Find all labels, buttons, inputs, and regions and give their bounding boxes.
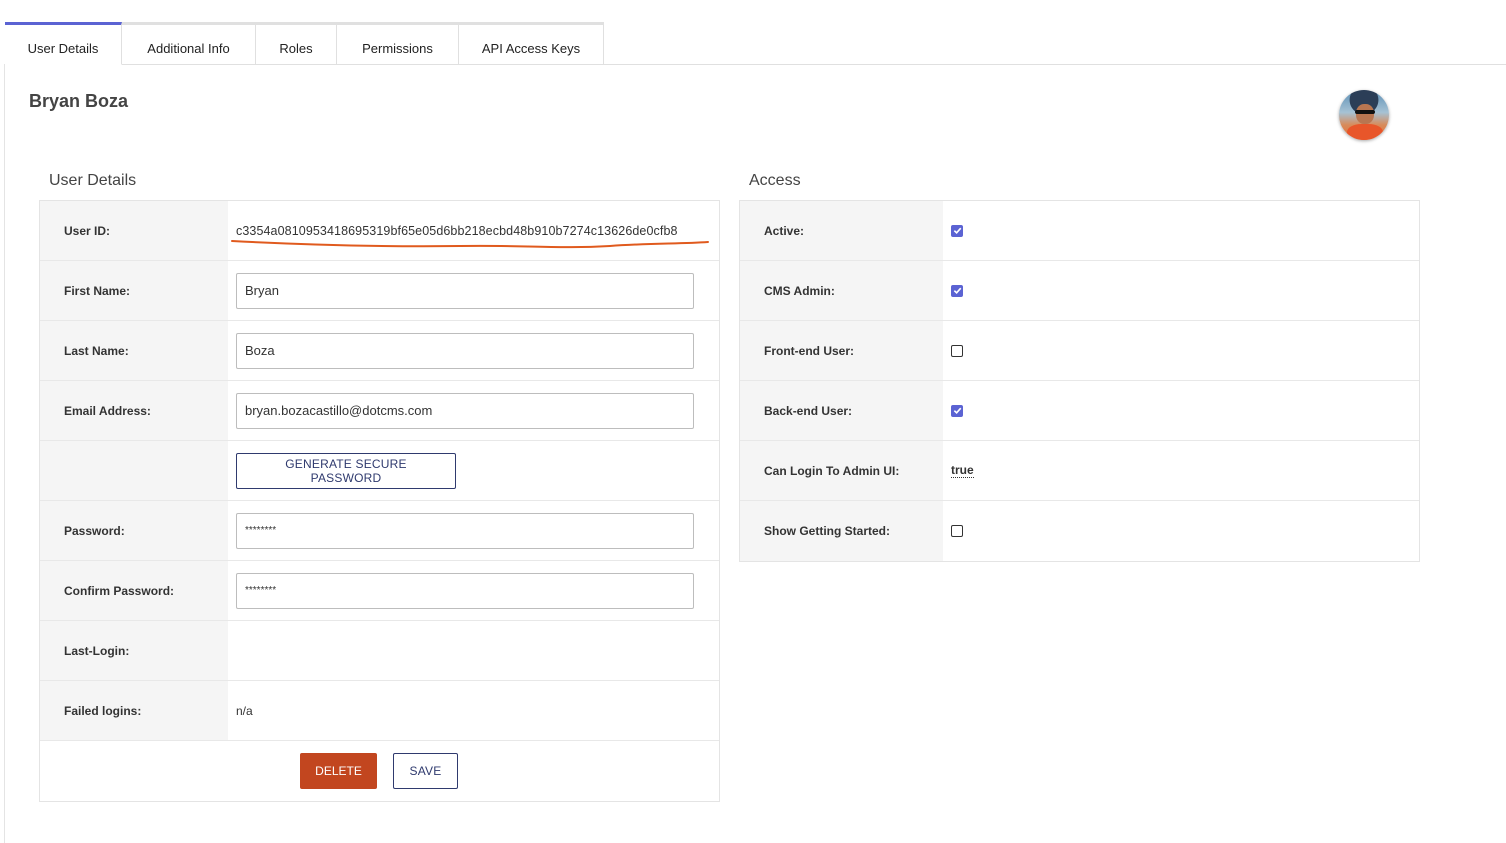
last-name-label: Last Name: (40, 321, 228, 380)
can-login-label: Can Login To Admin UI: (740, 441, 943, 500)
active-label: Active: (740, 201, 943, 260)
failed-logins-label: Failed logins: (40, 681, 228, 740)
getting-started-row: Show Getting Started: (740, 501, 1419, 561)
tab-bar: User Details Additional Info Roles Permi… (5, 22, 604, 65)
last-name-row: Last Name: (40, 321, 719, 381)
frontend-user-label: Front-end User: (740, 321, 943, 380)
first-name-row: First Name: (40, 261, 719, 321)
avatar-sunglasses (1355, 110, 1375, 114)
generate-password-row: GENERATE SECURE PASSWORD (40, 441, 719, 501)
active-checkbox[interactable] (951, 224, 963, 237)
user-id-row: User ID: c3354a0810953418695319bf65e05d6… (40, 201, 719, 261)
cms-admin-checkbox[interactable] (951, 284, 963, 297)
can-login-value: true (951, 463, 974, 478)
first-name-label: First Name: (40, 261, 228, 320)
generate-secure-password-button[interactable]: GENERATE SECURE PASSWORD (236, 452, 456, 489)
confirm-password-label: Confirm Password: (40, 561, 228, 620)
generate-password-label-cell (40, 441, 228, 500)
tab-bar-divider (5, 64, 1506, 65)
user-details-panel: User ID: c3354a0810953418695319bf65e05d6… (39, 200, 720, 802)
confirm-password-row: Confirm Password: (40, 561, 719, 621)
user-id-label: User ID: (40, 201, 228, 260)
getting-started-label: Show Getting Started: (740, 501, 943, 561)
failed-logins-row: Failed logins: n/a (40, 681, 719, 741)
avatar[interactable] (1339, 90, 1389, 140)
save-button[interactable]: SAVE (393, 753, 458, 789)
page-left-border (4, 64, 5, 843)
email-row: Email Address: (40, 381, 719, 441)
user-id-value: c3354a0810953418695319bf65e05d6bb218ecbd… (236, 223, 678, 238)
form-actions: DELETE SAVE (40, 741, 719, 801)
delete-button[interactable]: DELETE (300, 753, 377, 789)
access-panel: Active: CMS Admin: Front-end User: Back-… (739, 200, 1420, 562)
can-login-row: Can Login To Admin UI: true (740, 441, 1419, 501)
tab-api-access-keys[interactable]: API Access Keys (459, 22, 604, 65)
cms-admin-label: CMS Admin: (740, 261, 943, 320)
last-login-value (228, 621, 718, 680)
tab-permissions[interactable]: Permissions (337, 22, 459, 65)
tab-additional-info[interactable]: Additional Info (122, 22, 256, 65)
failed-logins-value: n/a (236, 703, 253, 718)
backend-user-checkbox[interactable] (951, 404, 963, 417)
access-heading: Access (749, 172, 801, 189)
active-row: Active: (740, 201, 1419, 261)
avatar-face (1356, 104, 1374, 124)
checkmark-icon (953, 287, 961, 295)
email-input[interactable] (236, 392, 694, 429)
frontend-user-checkbox[interactable] (951, 344, 963, 357)
backend-user-label: Back-end User: (740, 381, 943, 440)
first-name-input[interactable] (236, 272, 694, 309)
frontend-user-row: Front-end User: (740, 321, 1419, 381)
last-name-input[interactable] (236, 332, 694, 369)
password-row: Password: (40, 501, 719, 561)
tab-user-details[interactable]: User Details (5, 22, 122, 65)
user-details-heading: User Details (49, 172, 137, 189)
page-title: Bryan Boza (29, 91, 129, 111)
last-login-row: Last-Login: (40, 621, 719, 681)
backend-user-row: Back-end User: (740, 381, 1419, 441)
password-input[interactable] (236, 512, 694, 549)
tab-roles[interactable]: Roles (256, 22, 337, 65)
getting-started-checkbox[interactable] (951, 525, 963, 537)
last-login-label: Last-Login: (40, 621, 228, 680)
checkmark-icon (953, 407, 961, 415)
password-label: Password: (40, 501, 228, 560)
email-label: Email Address: (40, 381, 228, 440)
annotation-underline (231, 240, 709, 249)
checkmark-icon (953, 227, 961, 235)
confirm-password-input[interactable] (236, 572, 694, 609)
cms-admin-row: CMS Admin: (740, 261, 1419, 321)
avatar-shirt (1347, 124, 1383, 140)
